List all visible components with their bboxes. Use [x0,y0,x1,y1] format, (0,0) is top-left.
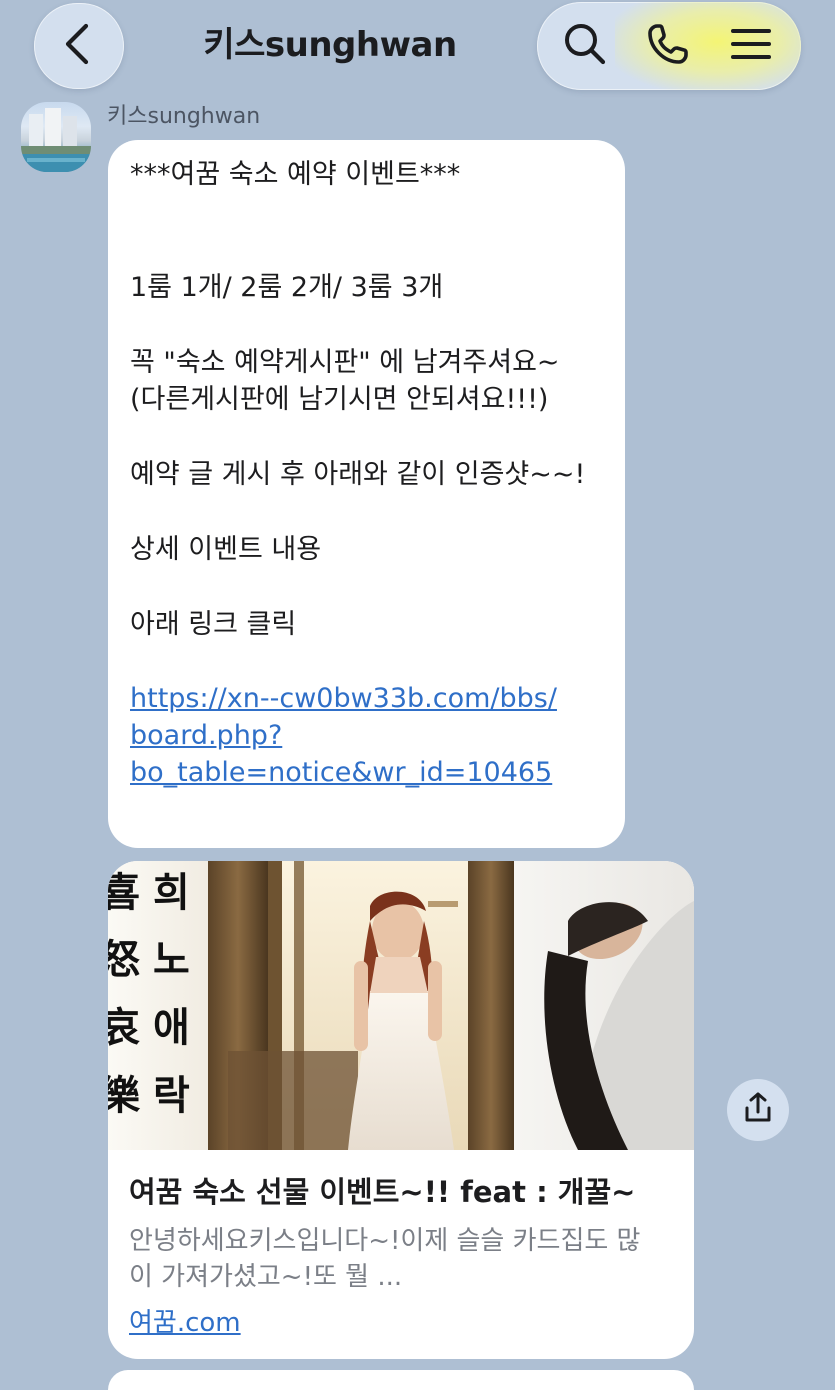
chat-title: 키스sunghwan [203,25,457,65]
description-line: 이 가져가셨고~!또 뭘 ... [129,1262,403,1292]
link-line: https://xn--cw0bw33b.com/bbs/ [130,683,557,714]
chevron-left-icon [59,22,99,70]
call-button[interactable] [638,16,698,76]
svg-text:애: 애 [153,1004,190,1051]
message-line: ***여꿈 숙소 예약 이벤트*** [130,159,461,190]
svg-text:노: 노 [153,936,190,983]
preview-domain[interactable]: 여꿈.com [129,1305,241,1341]
preview-title: 여꿈 숙소 선물 이벤트~!! feat : 개꿀~ [129,1175,636,1209]
next-message-bubble [108,1370,694,1390]
description-line: 안녕하세요키스입니다~!이제 슬슬 카드집도 많 [129,1226,641,1256]
share-button[interactable] [727,1079,789,1141]
share-icon [741,1091,775,1129]
menu-button[interactable] [721,16,781,76]
preview-image: 희 노 애 락 喜 怒 哀 樂 [108,861,694,1150]
message-line: 1룸 1개/ 2룸 2개/ 3룸 3개 [130,272,444,303]
message-bubble[interactable]: ***여꿈 숙소 예약 이벤트*** 1룸 1개/ 2룸 2개/ 3룸 3개 꼭… [108,140,625,848]
svg-text:樂: 樂 [108,1072,141,1119]
message-line: (다른게시판에 남기시면 안되셔요!!!) [130,384,549,415]
menu-icon [728,21,774,71]
preview-description: 안녕하세요키스입니다~!이제 슬슬 카드집도 많 이 가져가셨고~!또 뭘 ..… [129,1223,674,1295]
chat-header: 키스sunghwan [0,0,835,96]
message-line: 예약 글 게시 후 아래와 같이 인증샷~~! [130,459,586,490]
link-line: bo_table=notice&wr_id=10465 [130,757,553,788]
header-actions [537,2,801,90]
message-line: 아래 링크 클릭 [130,609,297,640]
phone-icon [645,21,691,71]
search-button[interactable] [555,16,615,76]
sender-name: 키스sunghwan [107,104,261,129]
svg-text:怒: 怒 [108,936,140,983]
svg-text:哀: 哀 [108,1004,140,1051]
svg-text:喜: 喜 [108,869,140,916]
search-icon [562,21,608,71]
svg-text:희: 희 [153,869,190,916]
message-line: 상세 이벤트 내용 [130,534,322,565]
link-line: board.php? [130,720,283,751]
back-button[interactable] [34,3,124,89]
avatar[interactable] [21,102,91,172]
event-link[interactable]: https://xn--cw0bw33b.com/bbs/ board.php?… [130,680,557,791]
link-preview-card[interactable]: 희 노 애 락 喜 怒 哀 樂 여꿈 숙소 선물 이벤트~!! feat : 개… [108,861,694,1359]
message-line: 꼭 "숙소 예약게시판" 에 남겨주셔요~ [130,347,560,378]
svg-text:락: 락 [153,1072,190,1119]
